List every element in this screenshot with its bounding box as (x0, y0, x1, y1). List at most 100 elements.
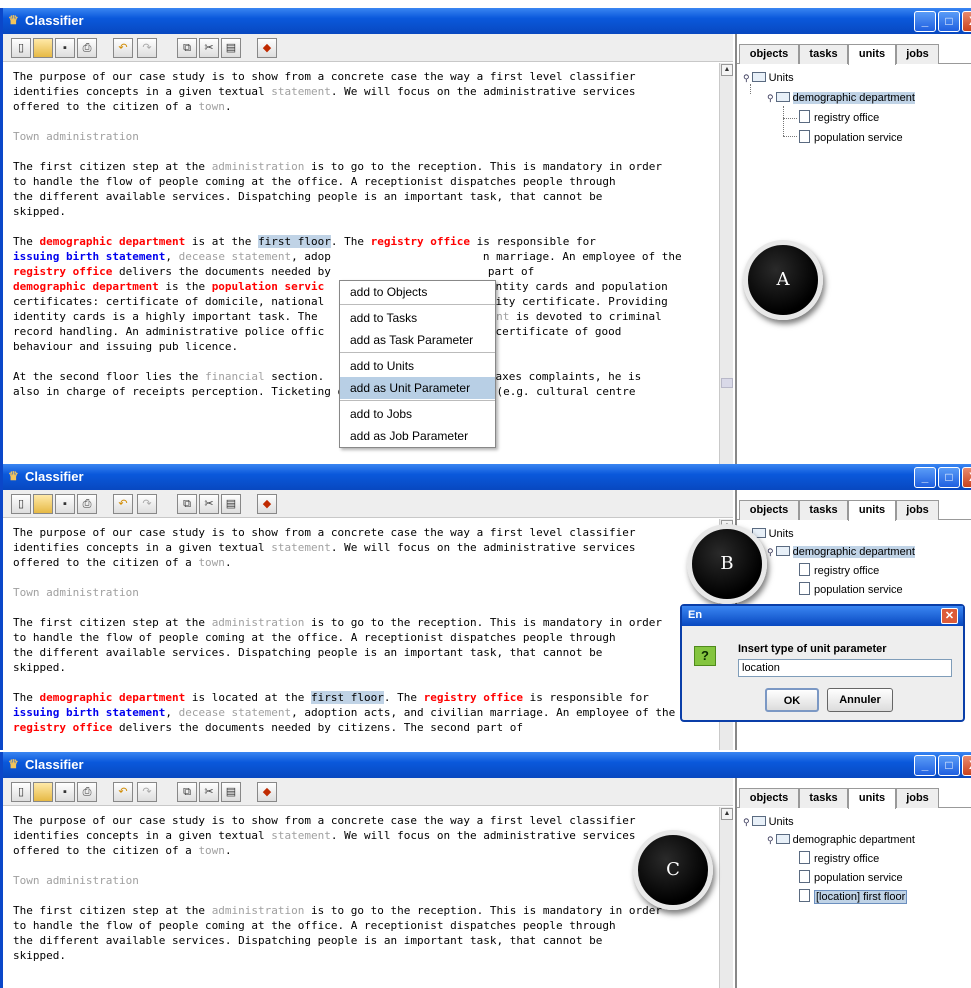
tree-node-registry-office[interactable]: registry office (799, 563, 879, 579)
tree-node-demographic-department[interactable]: ⚲ demographic department (767, 544, 915, 560)
open-icon[interactable] (33, 38, 53, 58)
dialog-close-icon[interactable]: ✕ (941, 608, 958, 624)
paste-icon[interactable]: ▤ (221, 782, 241, 802)
keyword-registry-office[interactable]: registry office (13, 265, 112, 278)
tab-jobs[interactable]: jobs (896, 500, 939, 520)
keyword-demographic-department[interactable]: demographic department (40, 691, 186, 704)
new-icon[interactable]: ▯ (11, 782, 31, 802)
classify-icon[interactable]: ◆ (257, 38, 277, 58)
concept-town[interactable]: town (198, 556, 225, 569)
undo-icon[interactable]: ↶ (113, 782, 133, 802)
tree-node-registry-office[interactable]: registry office (799, 851, 879, 867)
menu-add-task-parameter[interactable]: add as Task Parameter (340, 329, 495, 351)
vertical-scrollbar[interactable]: ▲ (719, 807, 733, 988)
new-icon[interactable]: ▯ (11, 38, 31, 58)
close-button[interactable]: X (962, 11, 971, 32)
tab-objects[interactable]: objects (739, 44, 799, 64)
maximize-button[interactable]: □ (938, 467, 960, 488)
redo-icon[interactable]: ↷ (137, 38, 157, 58)
minimize-button[interactable]: _ (914, 11, 936, 32)
open-icon[interactable] (33, 782, 53, 802)
keyword-demographic-department[interactable]: demographic department (13, 280, 159, 293)
expand-handle-icon[interactable]: ⚲ (767, 544, 774, 560)
keyword-registry-office[interactable]: registry office (424, 691, 523, 704)
tab-units[interactable]: units (848, 788, 896, 809)
scroll-up-icon[interactable]: ▲ (721, 808, 733, 820)
minimize-button[interactable]: _ (914, 755, 936, 776)
keyword-birth-statement[interactable]: issuing birth statement (13, 250, 165, 263)
save-icon[interactable]: ▪ (55, 494, 75, 514)
classify-icon[interactable]: ◆ (257, 494, 277, 514)
concept-decease-statement[interactable]: decease statement (179, 706, 292, 719)
tree-node-location-first-floor[interactable]: [location] first floor (799, 889, 908, 905)
print-icon[interactable]: ⎙ (77, 38, 97, 58)
classify-icon[interactable]: ◆ (257, 782, 277, 802)
keyword-registry-office[interactable]: registry office (371, 235, 470, 248)
menu-add-job-parameter[interactable]: add as Job Parameter (340, 425, 495, 447)
tab-units[interactable]: units (848, 500, 896, 521)
tree-node-demographic-department[interactable]: ⚲ demographic department (767, 90, 915, 106)
expand-handle-icon[interactable]: ⚲ (743, 70, 750, 86)
new-icon[interactable]: ▯ (11, 494, 31, 514)
document-text[interactable]: The purpose of our case study is to show… (3, 807, 719, 978)
scroll-thumb[interactable] (721, 378, 733, 388)
redo-icon[interactable]: ↷ (137, 782, 157, 802)
cut-icon[interactable]: ✂ (199, 782, 219, 802)
menu-add-to-units[interactable]: add to Units (340, 355, 495, 377)
paste-icon[interactable]: ▤ (221, 38, 241, 58)
copy-icon[interactable]: ⧉ (177, 494, 197, 514)
concept-decease-statement[interactable]: decease statement (179, 250, 292, 263)
print-icon[interactable]: ⎙ (77, 494, 97, 514)
tab-tasks[interactable]: tasks (799, 44, 848, 64)
ok-button[interactable]: OK (765, 688, 819, 712)
close-button[interactable]: X (962, 467, 971, 488)
concept-financial[interactable]: financial (205, 370, 265, 383)
copy-icon[interactable]: ⧉ (177, 782, 197, 802)
close-button[interactable]: X (962, 755, 971, 776)
scroll-up-icon[interactable]: ▲ (721, 64, 733, 76)
expand-handle-icon[interactable]: ⚲ (743, 814, 750, 830)
concept-town[interactable]: town (198, 100, 225, 113)
keyword-demographic-department[interactable]: demographic department (40, 235, 186, 248)
print-icon[interactable]: ⎙ (77, 782, 97, 802)
tab-objects[interactable]: objects (739, 500, 799, 520)
tab-jobs[interactable]: jobs (896, 788, 939, 808)
concept-statement[interactable]: statement (271, 829, 331, 842)
tab-units[interactable]: units (848, 44, 896, 65)
menu-add-to-tasks[interactable]: add to Tasks (340, 307, 495, 329)
tab-objects[interactable]: objects (739, 788, 799, 808)
maximize-button[interactable]: □ (938, 755, 960, 776)
concept-administration[interactable]: administration (212, 160, 305, 173)
selected-first-floor[interactable]: first floor (311, 691, 384, 704)
minimize-button[interactable]: _ (914, 467, 936, 488)
unit-parameter-input[interactable] (738, 659, 952, 677)
maximize-button[interactable]: □ (938, 11, 960, 32)
concept-town[interactable]: town (198, 844, 225, 857)
menu-add-to-objects[interactable]: add to Objects (340, 281, 495, 303)
tab-tasks[interactable]: tasks (799, 788, 848, 808)
vertical-scrollbar[interactable]: ▲ (719, 63, 733, 464)
keyword-birth-statement[interactable]: issuing birth statement (13, 706, 165, 719)
tab-jobs[interactable]: jobs (896, 44, 939, 64)
tree-node-population-service[interactable]: population service (799, 870, 903, 886)
cancel-button[interactable]: Annuler (827, 688, 893, 712)
concept-statement[interactable]: statement (271, 85, 331, 98)
menu-add-unit-parameter[interactable]: add as Unit Parameter (340, 377, 495, 399)
save-icon[interactable]: ▪ (55, 38, 75, 58)
expand-handle-icon[interactable]: ⚲ (767, 90, 774, 106)
open-icon[interactable] (33, 494, 53, 514)
tree-node-population-service[interactable]: population service (799, 130, 903, 146)
redo-icon[interactable]: ↷ (137, 494, 157, 514)
paste-icon[interactable]: ▤ (221, 494, 241, 514)
document-text[interactable]: The purpose of our case study is to show… (3, 519, 719, 750)
save-icon[interactable]: ▪ (55, 782, 75, 802)
copy-icon[interactable]: ⧉ (177, 38, 197, 58)
tab-tasks[interactable]: tasks (799, 500, 848, 520)
tree-node-registry-office[interactable]: registry office (799, 110, 879, 126)
menu-add-to-jobs[interactable]: add to Jobs (340, 403, 495, 425)
undo-icon[interactable]: ↶ (113, 494, 133, 514)
concept-statement[interactable]: statement (271, 541, 331, 554)
tree-node-units[interactable]: ⚲ Units (743, 814, 794, 830)
concept-administration[interactable]: administration (212, 616, 305, 629)
concept-administration[interactable]: administration (212, 904, 305, 917)
